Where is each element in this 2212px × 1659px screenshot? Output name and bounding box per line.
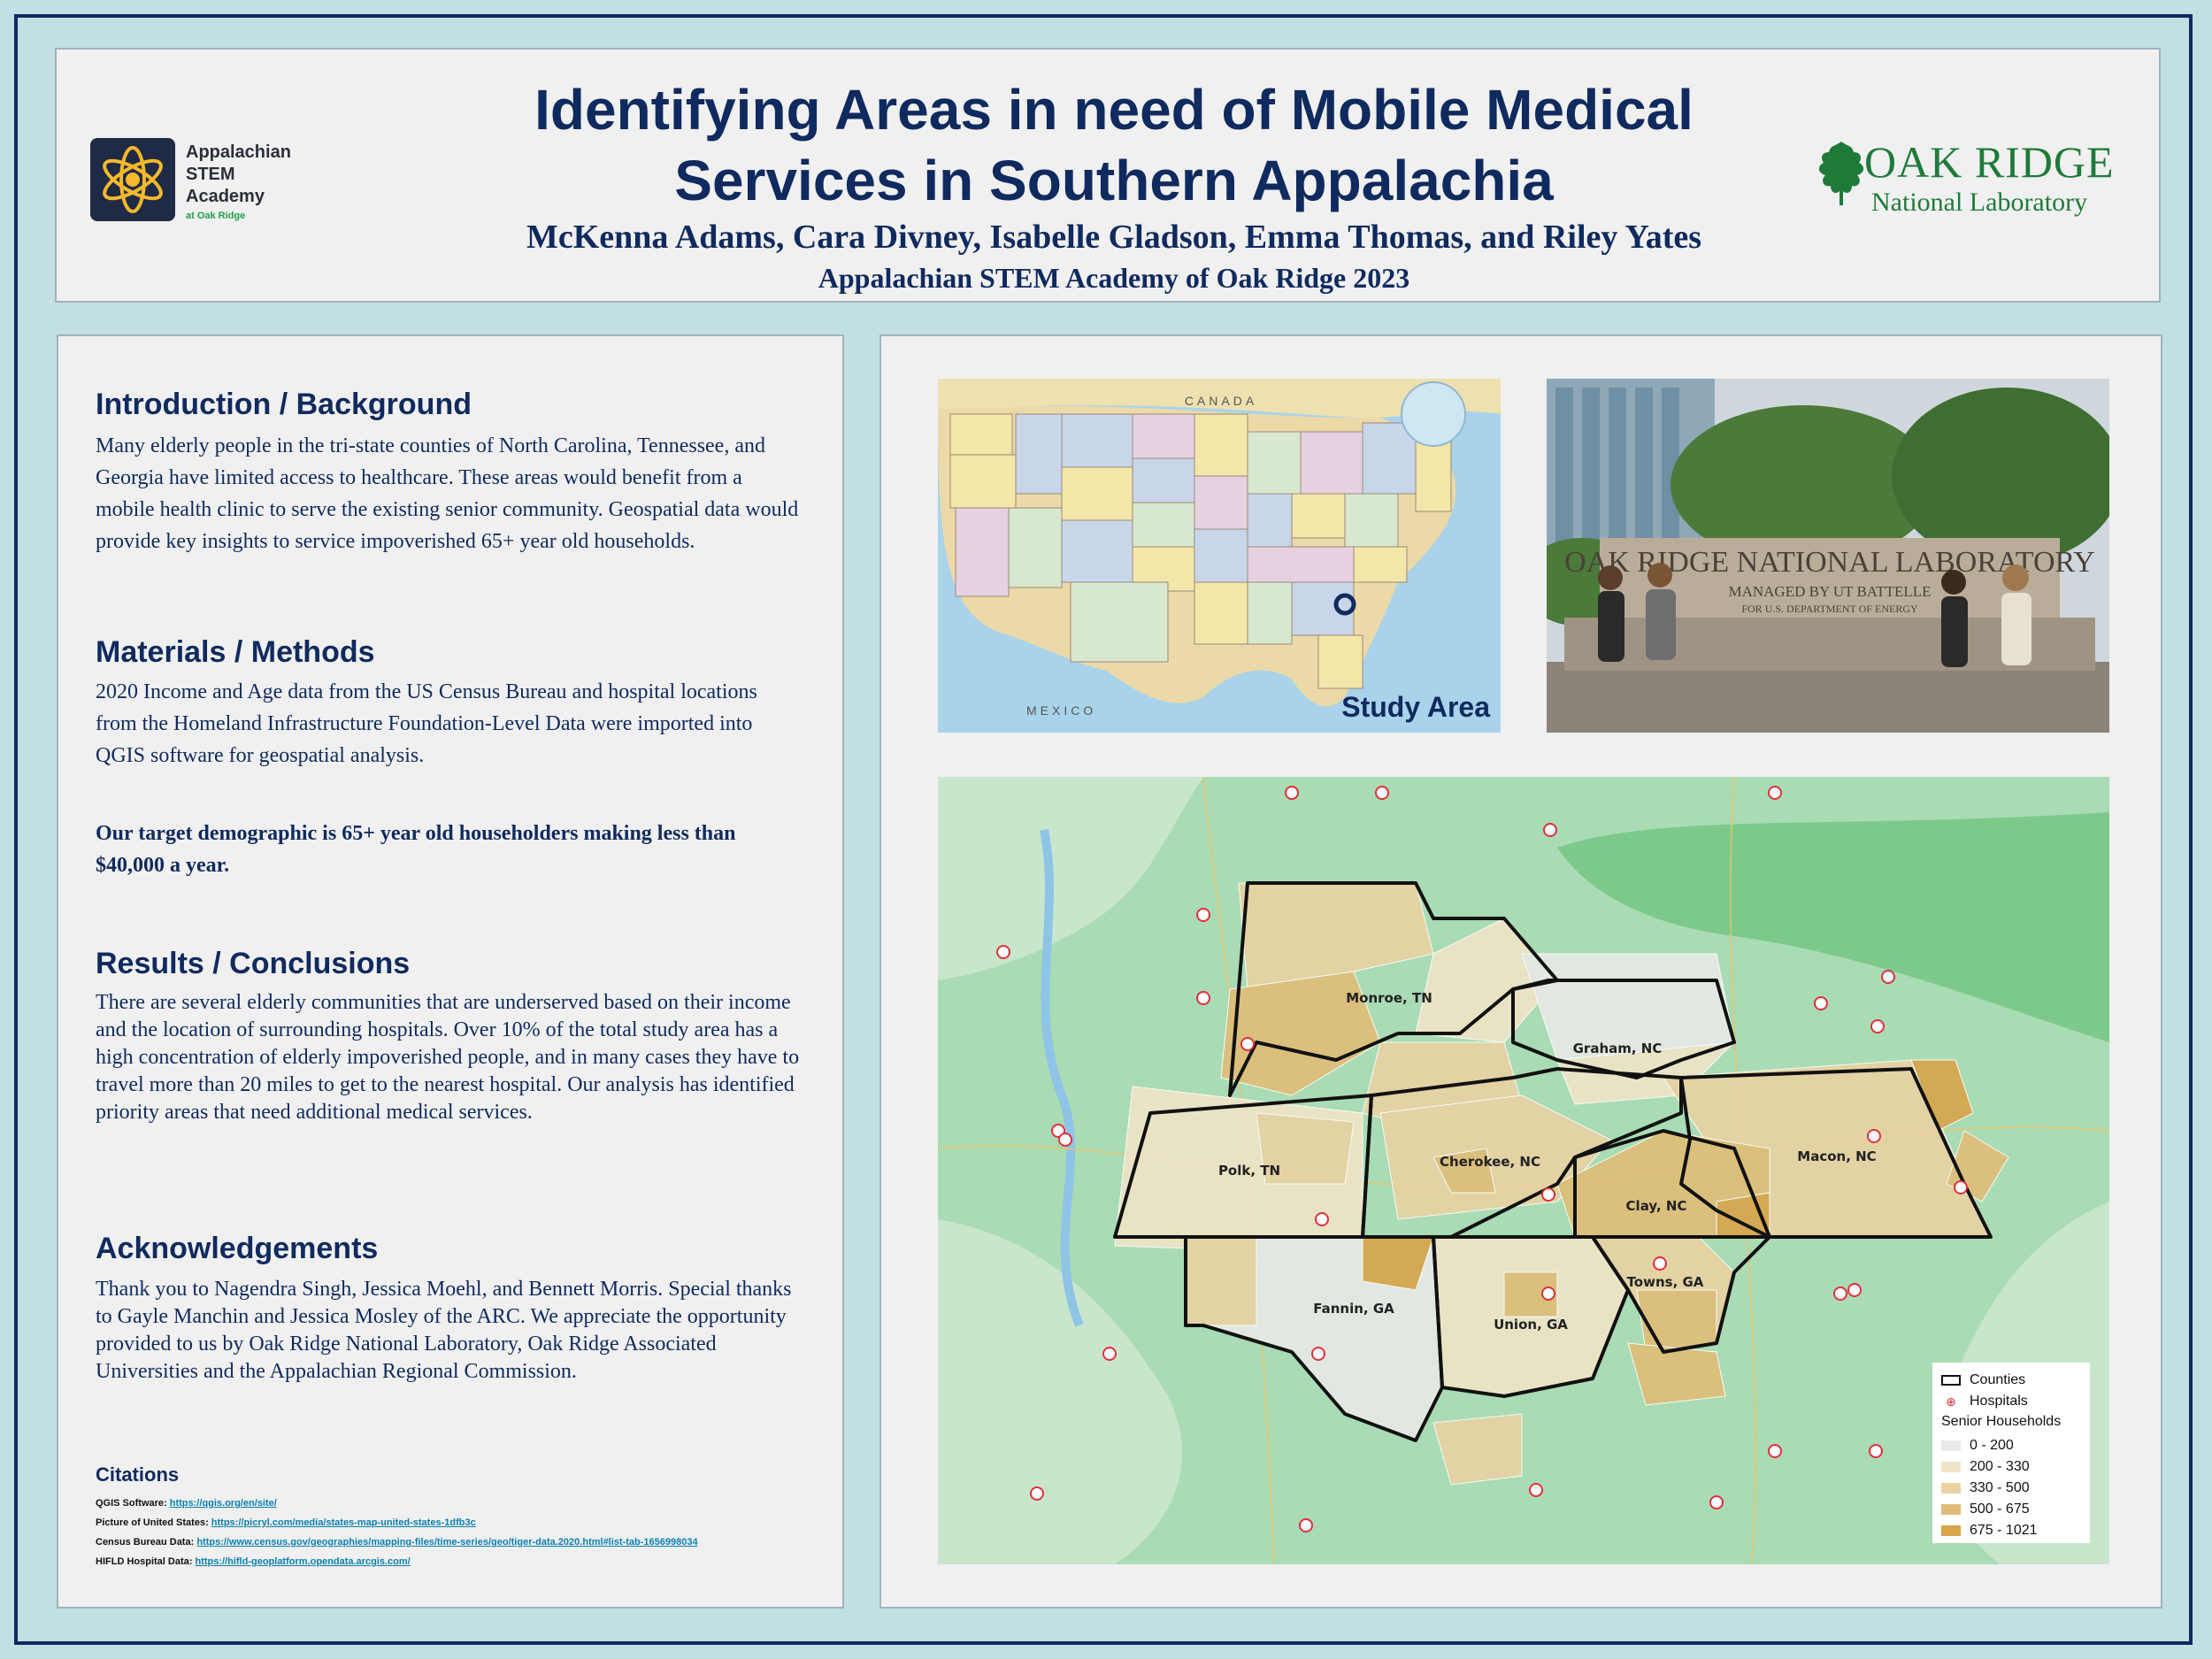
- county-label-fannin: Fannin, GA: [1313, 1301, 1394, 1317]
- ornl-logo: OAK RIDGE National Laboratory: [1813, 136, 2131, 225]
- legend-class-label: 200 - 330: [1970, 1459, 2030, 1474]
- citation-label: QGIS Software:: [96, 1498, 170, 1509]
- citation-item: HIFLD Hospital Data: https://hifld-geopl…: [96, 1552, 830, 1571]
- county-label-macon: Macon, NC: [1797, 1148, 1876, 1164]
- legend-class-row: 330 - 500: [1941, 1478, 2081, 1499]
- asa-logo-line1: Appalachian: [186, 142, 291, 162]
- sign-line2: MANAGED BY UT BATTELLE: [1728, 583, 1931, 600]
- citation-label: Picture of United States:: [96, 1517, 211, 1528]
- county-label-monroe: Monroe, TN: [1346, 990, 1432, 1006]
- sign-line3: FOR U.S. DEPARTMENT OF ENERGY: [1741, 603, 1918, 615]
- legend-swatch: [1941, 1440, 1961, 1451]
- legend-class-label: 500 - 675: [1970, 1502, 2030, 1517]
- results-heading: Results / Conclusions: [96, 947, 411, 980]
- citations-list: QGIS Software: https://qgis.org/en/site/…: [96, 1494, 830, 1571]
- legend-class-label: 675 - 1021: [1970, 1523, 2038, 1538]
- legend-counties-label: Counties: [1970, 1372, 2026, 1387]
- us-map-country-north: CANADA: [1185, 394, 1257, 408]
- legend-class-row: 675 - 1021: [1941, 1520, 2081, 1541]
- appalachian-stem-academy-logo: Appalachian STEM Academy at Oak Ridge: [90, 134, 311, 223]
- citation-label: HIFLD Hospital Data:: [96, 1556, 196, 1567]
- legend-swatch: [1941, 1504, 1961, 1515]
- citations-heading: Citations: [96, 1463, 180, 1486]
- methods-body: 2020 Income and Age data from the US Cen…: [96, 680, 757, 767]
- text-panel: Introduction / Background Many elderly p…: [57, 334, 844, 1609]
- map-legend: Counties ⊕ Hospitals Senior Households 0…: [1932, 1363, 2090, 1543]
- legend-class-row: 0 - 200: [1941, 1435, 2081, 1456]
- citation-link[interactable]: https://qgis.org/en/site/: [170, 1498, 277, 1509]
- county-label-clay: Clay, NC: [1626, 1198, 1687, 1214]
- legend-class-label: 0 - 200: [1970, 1438, 2014, 1453]
- ack-heading: Acknowledgements: [96, 1232, 379, 1265]
- figure-panel: CANADA MEXICO Study Area OAK RIDGE NATIO…: [879, 334, 2162, 1609]
- us-states-map: CANADA MEXICO Study Area: [938, 379, 1501, 733]
- poster-header: Appalachian STEM Academy at Oak Ridge Id…: [55, 48, 2161, 303]
- legend-swatch: [1941, 1525, 1961, 1536]
- intro-body: Many elderly people in the tri-state cou…: [96, 434, 799, 553]
- study-area-label: Study Area: [1341, 691, 1490, 723]
- county-label-cherokee: Cherokee, NC: [1440, 1154, 1540, 1170]
- methods-emphasis: Our target demographic is 65+ year old h…: [96, 822, 736, 877]
- legend-swatch: [1941, 1462, 1961, 1472]
- citation-item: QGIS Software: https://qgis.org/en/site/: [96, 1494, 830, 1513]
- county-outline-swatch: [1941, 1375, 1961, 1386]
- asa-logo-sub: at Oak Ridge: [186, 211, 246, 221]
- team-photo: OAK RIDGE NATIONAL LABORATORY MANAGED BY…: [1547, 379, 2109, 733]
- legend-class-row: 200 - 330: [1941, 1456, 2081, 1478]
- affiliation: Appalachian STEM Academy of Oak Ridge 20…: [818, 262, 1410, 294]
- legend-swatch: [1941, 1483, 1961, 1494]
- asa-logo-text: Appalachian STEM Academy: [186, 142, 291, 208]
- county-label-graham: Graham, NC: [1573, 1041, 1663, 1056]
- county-label-union: Union, GA: [1494, 1317, 1568, 1333]
- legend-counties-row: Counties: [1941, 1370, 2081, 1391]
- citation-item: Census Bureau Data: https://www.census.g…: [96, 1532, 830, 1552]
- legend-hospitals-label: Hospitals: [1970, 1394, 2028, 1409]
- ornl-logo-name: OAK RIDGE: [1864, 137, 2115, 187]
- poster-title: Identifying Areas in need of Mobile Medi…: [393, 74, 1835, 216]
- legend-hospitals-row: ⊕ Hospitals: [1941, 1391, 2081, 1412]
- intro-heading: Introduction / Background: [96, 388, 472, 421]
- title-line1: Identifying Areas in need of Mobile Medi…: [534, 78, 1694, 142]
- legend-class-label: 330 - 500: [1970, 1480, 2030, 1495]
- county-label-polk: Polk, TN: [1218, 1163, 1280, 1179]
- asa-logo-line2: STEM: [186, 165, 235, 184]
- legend-title: Senior Households: [1941, 1414, 2062, 1429]
- authors: McKenna Adams, Cara Divney, Isabelle Gla…: [526, 219, 1701, 256]
- citation-link[interactable]: https://picryl.com/media/states-map-unit…: [211, 1517, 476, 1528]
- county-label-towns: Towns, GA: [1627, 1274, 1704, 1290]
- asa-logo-line3: Academy: [186, 187, 265, 206]
- us-map-country-south: MEXICO: [1026, 703, 1096, 718]
- methods-heading: Materials / Methods: [96, 635, 375, 669]
- legend-class-row: 500 - 675: [1941, 1499, 2081, 1520]
- study-area-map: Monroe, TN Graham, NC Polk, TN Cherokee,…: [938, 777, 2109, 1564]
- ornl-logo-sub: National Laboratory: [1871, 188, 2088, 217]
- results-body: There are several elderly communities th…: [96, 991, 800, 1124]
- ack-body: Thank you to Nagendra Singh, Jessica Moe…: [96, 1278, 792, 1383]
- hospital-icon: ⊕: [1946, 1394, 1956, 1409]
- title-line2: Services in Southern Appalachia: [674, 149, 1554, 212]
- atom-icon: [90, 138, 175, 221]
- citation-link[interactable]: https://www.census.gov/geographies/mappi…: [196, 1537, 697, 1548]
- citation-label: Census Bureau Data:: [96, 1537, 197, 1548]
- citation-link[interactable]: https://hifld-geoplatform.opendata.arcgi…: [195, 1556, 410, 1567]
- oak-leaf-icon: [1818, 142, 1864, 205]
- citation-item: Picture of United States: https://picryl…: [96, 1513, 830, 1532]
